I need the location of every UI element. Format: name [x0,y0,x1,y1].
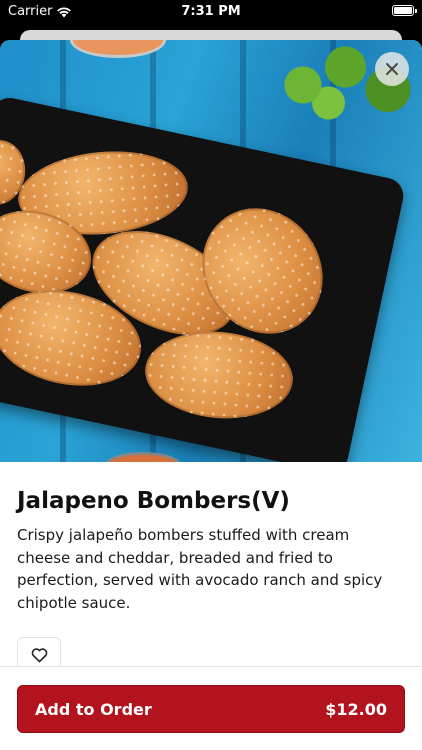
item-title: Jalapeno Bombers(V) [17,488,290,514]
item-price: $12.00 [325,700,387,719]
heart-icon [31,647,47,662]
status-bar: Carrier 7:31 PM [0,0,422,24]
close-icon [386,63,398,75]
sauce-bowl-image [105,452,181,462]
item-description: Crispy jalapeño bombers stuffed with cre… [17,526,383,612]
battery-icon [392,5,417,16]
order-footer: Add to Order $12.00 [0,666,422,750]
status-time: 7:31 PM [181,4,241,19]
close-button[interactable] [375,52,409,86]
add-to-order-button[interactable]: Add to Order $12.00 [17,685,405,733]
item-photo [0,40,422,462]
item-detail-sheet: Jalapeno Bombers(V) Crispy jalapeño bomb… [0,40,422,750]
add-to-order-label: Add to Order [35,700,152,719]
